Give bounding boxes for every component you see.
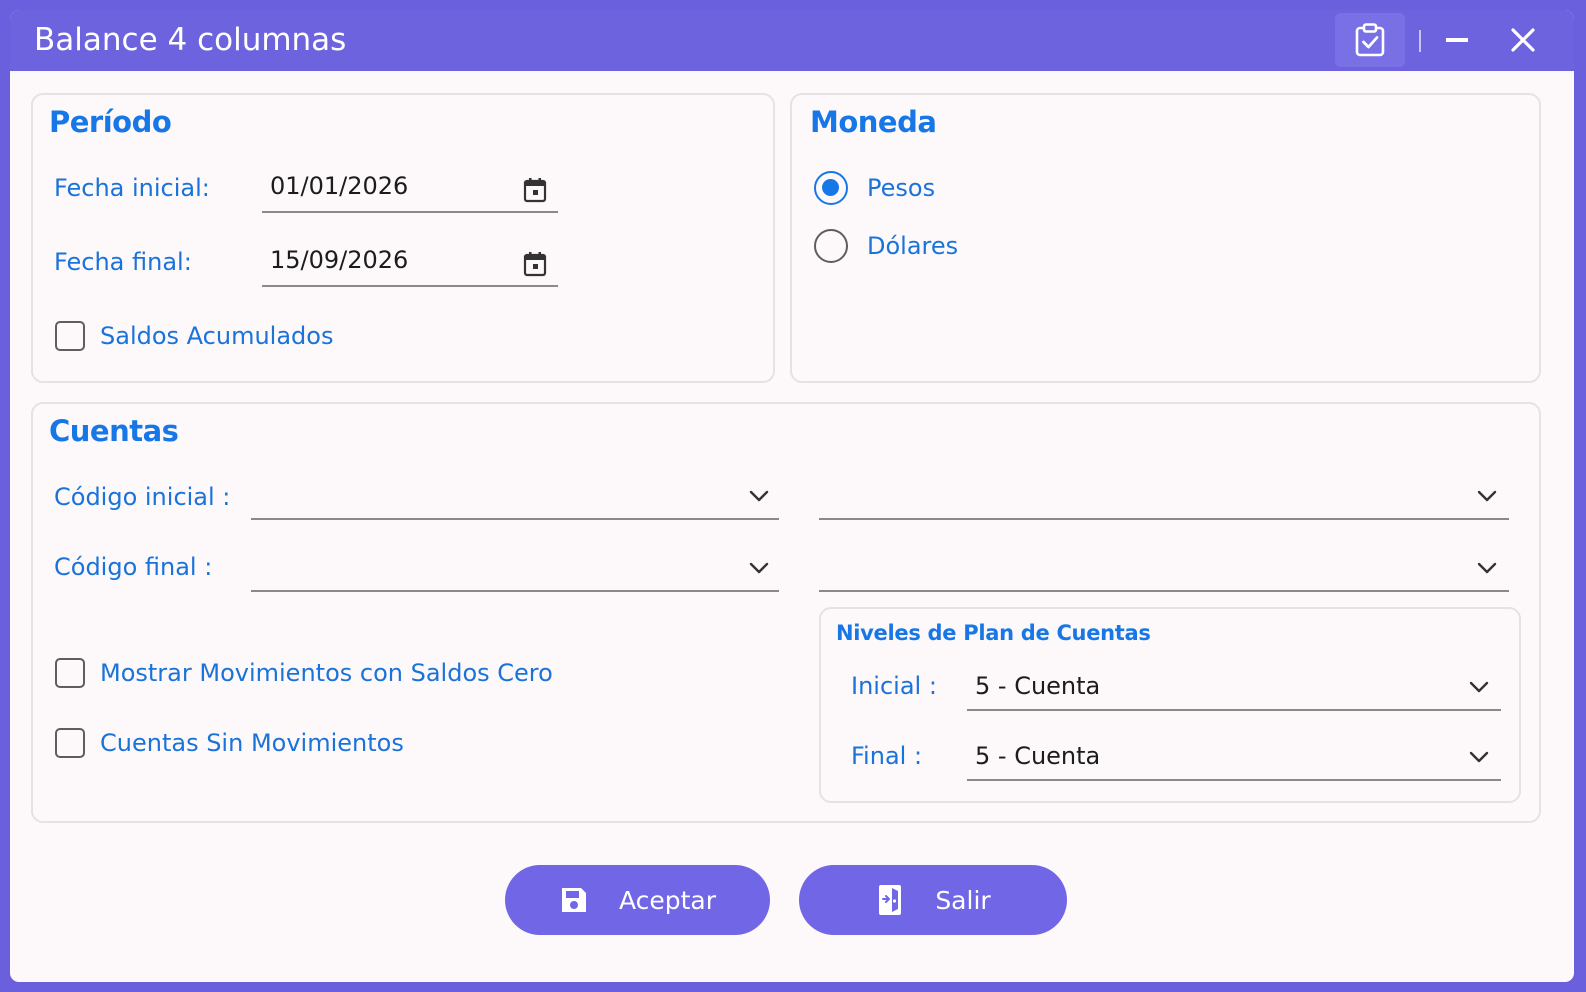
nivel-final-chevron[interactable] — [1465, 743, 1493, 771]
codigo-inicial-descripcion-chevron[interactable] — [1473, 482, 1501, 510]
dolares-label[interactable]: Dólares — [867, 231, 958, 261]
cuentas-title: Cuentas — [49, 414, 179, 448]
moneda-title: Moneda — [810, 105, 937, 139]
fecha-final-field[interactable]: 15/09/2026 — [262, 239, 558, 287]
exit-door-icon — [879, 885, 902, 915]
codigo-inicial-descripcion-dropdown[interactable] — [819, 474, 1509, 520]
salir-label: Salir — [935, 885, 991, 915]
chevron-down-icon — [1469, 751, 1489, 763]
fecha-inicial-field[interactable]: 01/01/2026 — [262, 165, 558, 213]
nivel-inicial-dropdown[interactable]: 5 - Cuenta — [967, 665, 1501, 711]
fecha-final-underline — [262, 285, 558, 287]
clipboard-button[interactable] — [1335, 13, 1405, 67]
aceptar-button[interactable]: Aceptar — [505, 865, 770, 935]
mostrar-movimientos-label[interactable]: Mostrar Movimientos con Saldos Cero — [100, 658, 553, 688]
fecha-inicial-underline — [262, 211, 558, 213]
nivel-inicial-value: 5 - Cuenta — [975, 672, 1101, 700]
codigo-final-label: Código final : — [54, 553, 213, 581]
saldos-acumulados-label[interactable]: Saldos Acumulados — [100, 321, 333, 351]
mostrar-movimientos-checkbox[interactable] — [55, 658, 85, 688]
clipboard-check-icon — [1355, 23, 1385, 57]
cuentas-group: Cuentas Código inicial : Código final : — [31, 402, 1541, 823]
fecha-inicial-calendar-button[interactable] — [520, 175, 550, 205]
dolares-radio[interactable] — [814, 229, 848, 263]
codigo-final-descripcion-underline — [819, 590, 1509, 592]
minimize-button[interactable] — [1435, 18, 1479, 62]
sin-movimientos-label[interactable]: Cuentas Sin Movimientos — [100, 728, 404, 758]
calendar-icon — [523, 252, 547, 277]
close-icon — [1511, 28, 1535, 52]
codigo-inicial-descripcion-underline — [819, 518, 1509, 520]
codigo-inicial-chevron[interactable] — [745, 482, 773, 510]
periodo-title: Período — [49, 105, 172, 139]
periodo-group: Período Fecha inicial: 01/01/2026 Fecha … — [31, 93, 775, 383]
codigo-final-descripcion-dropdown[interactable] — [819, 546, 1509, 592]
nivel-final-underline — [967, 779, 1501, 781]
chevron-down-icon — [1469, 681, 1489, 693]
chevron-down-icon — [1477, 490, 1497, 502]
niveles-group: Niveles de Plan de Cuentas Inicial : 5 -… — [819, 607, 1521, 803]
dialog-window: Balance 4 columnas Período Fecha inicial… — [9, 9, 1575, 983]
niveles-title: Niveles de Plan de Cuentas — [836, 621, 1151, 645]
minimize-icon — [1446, 38, 1468, 42]
codigo-final-dropdown[interactable] — [251, 546, 779, 592]
nivel-final-value: 5 - Cuenta — [975, 742, 1101, 770]
codigo-final-underline — [251, 590, 779, 592]
pesos-radio[interactable] — [814, 171, 848, 205]
codigo-final-descripcion-chevron[interactable] — [1473, 554, 1501, 582]
saldos-acumulados-checkbox[interactable] — [55, 321, 85, 351]
fecha-final-calendar-button[interactable] — [520, 249, 550, 279]
moneda-group: Moneda Pesos Dólares — [790, 93, 1541, 383]
nivel-final-label: Final : — [851, 742, 923, 770]
sin-movimientos-checkbox[interactable] — [55, 728, 85, 758]
chevron-down-icon — [749, 562, 769, 574]
save-icon — [561, 888, 586, 912]
salir-button[interactable]: Salir — [799, 865, 1067, 935]
calendar-icon — [523, 178, 547, 203]
nivel-final-dropdown[interactable]: 5 - Cuenta — [967, 735, 1501, 781]
fecha-final-value: 15/09/2026 — [270, 246, 409, 274]
fecha-final-label: Fecha final: — [54, 248, 192, 276]
pesos-label[interactable]: Pesos — [867, 173, 935, 203]
codigo-inicial-label: Código inicial : — [54, 483, 231, 511]
titlebar-separator — [1419, 30, 1421, 52]
fecha-inicial-value: 01/01/2026 — [270, 172, 409, 200]
close-button[interactable] — [1501, 18, 1545, 62]
codigo-final-chevron[interactable] — [745, 554, 773, 582]
window-title: Balance 4 columnas — [34, 22, 347, 58]
fecha-inicial-label: Fecha inicial: — [54, 174, 210, 202]
nivel-inicial-label: Inicial : — [851, 672, 937, 700]
codigo-inicial-dropdown[interactable] — [251, 474, 779, 520]
nivel-inicial-chevron[interactable] — [1465, 673, 1493, 701]
aceptar-label: Aceptar — [618, 885, 717, 915]
chevron-down-icon — [749, 490, 769, 502]
title-bar[interactable]: Balance 4 columnas — [10, 10, 1574, 71]
codigo-inicial-underline — [251, 518, 779, 520]
chevron-down-icon — [1477, 562, 1497, 574]
nivel-inicial-underline — [967, 709, 1501, 711]
